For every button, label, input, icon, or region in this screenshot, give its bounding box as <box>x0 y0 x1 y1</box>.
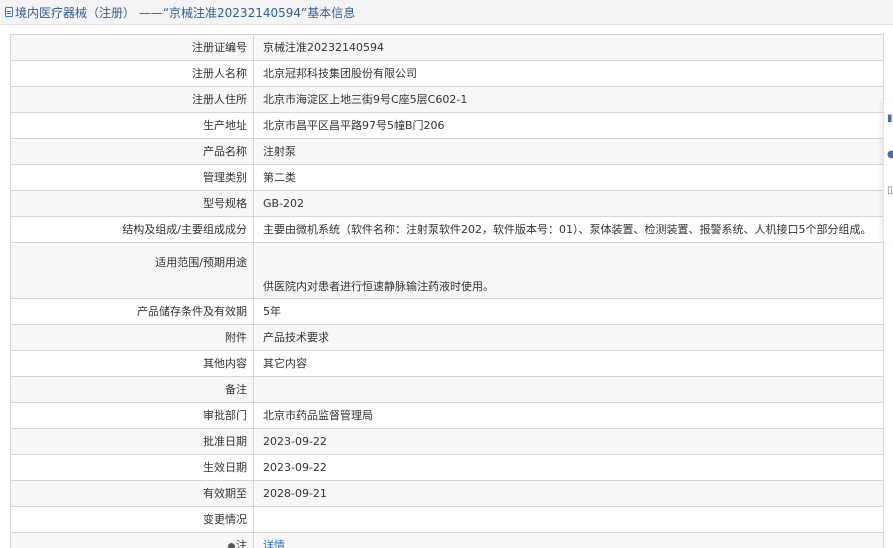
document-icon <box>5 7 13 17</box>
field-value-intended-use: 供医院内对患者进行恒速静脉输注药液时使用。 <box>253 242 884 299</box>
table-row: 适用范围/预期用途 供医院内对患者进行恒速静脉输注药液时使用。 <box>10 242 884 299</box>
table-row: 备注 <box>10 376 884 403</box>
field-label-registration-number: 注册证编号 <box>10 34 254 61</box>
field-value-production-address: 北京市昌平区昌平路97号5幢B门206 <box>253 112 884 139</box>
field-label-product-name: 产品名称 <box>10 138 254 165</box>
field-value-attachment: 产品技术要求 <box>253 324 884 351</box>
field-label-change-history: 变更情况 <box>10 506 254 533</box>
page-title: 境内医疗器械（注册） ——“京械注准20232140594”基本信息 <box>15 5 356 20</box>
field-value-structure-composition: 主要由微机系统（软件名称：注射泵软件202，软件版本号：01）、泵体装置、检测装… <box>253 216 884 243</box>
field-label-effective-date: 生效日期 <box>10 454 254 481</box>
table-row: 批准日期 2023-09-22 <box>10 428 884 455</box>
table-row: 生产地址 北京市昌平区昌平路97号5幢B门206 <box>10 112 884 139</box>
table-row: 审批部门 北京市药品监督管理局 <box>10 402 884 429</box>
field-value-registration-number: 京械注准20232140594 <box>253 34 884 61</box>
field-label-intended-use: 适用范围/预期用途 <box>10 242 254 299</box>
field-value-other-content: 其它内容 <box>253 350 884 377</box>
page: 境内医疗器械（注册） ——“京械注准20232140594”基本信息 注册证编号… <box>0 0 893 548</box>
field-value-remarks <box>253 376 884 403</box>
field-value-effective-date: 2023-09-22 <box>253 454 884 481</box>
field-label-model-spec: 型号规格 <box>10 190 254 217</box>
table-row: 其他内容 其它内容 <box>10 350 884 377</box>
table-row: 型号规格 GB-202 <box>10 190 884 217</box>
table-row: 结构及组成/主要组成成分 主要由微机系统（软件名称：注射泵软件202，软件版本号… <box>10 216 884 243</box>
field-value-product-name: 注射泵 <box>253 138 884 165</box>
field-value-model-spec: GB-202 <box>253 190 884 217</box>
table-row: 生效日期 2023-09-22 <box>10 454 884 481</box>
field-label-registrant-name: 注册人名称 <box>10 60 254 87</box>
field-value-valid-until: 2028-09-21 <box>253 480 884 507</box>
side-toolbar-icon[interactable]: ▯ <box>887 186 893 196</box>
field-label-storage-validity: 产品储存条件及有效期 <box>10 298 254 325</box>
table-row: 有效期至 2028-09-21 <box>10 480 884 507</box>
field-label-valid-until: 有效期至 <box>10 480 254 507</box>
field-label-approval-department: 审批部门 <box>10 402 254 429</box>
side-toolbar-icon[interactable]: ● <box>887 150 893 160</box>
field-label-remarks: 备注 <box>10 376 254 403</box>
page-header: 境内医疗器械（注册） ——“京械注准20232140594”基本信息 <box>0 0 893 25</box>
details-link[interactable]: 详情 <box>263 539 285 548</box>
field-value-change-history <box>253 506 884 533</box>
basic-info-table: 注册证编号 京械注准20232140594 注册人名称 北京冠邦科技集团股份有限… <box>10 34 884 548</box>
field-value-approval-department: 北京市药品监督管理局 <box>253 402 884 429</box>
field-label-registrant-address: 注册人住所 <box>10 86 254 113</box>
field-label-production-address: 生产地址 <box>10 112 254 139</box>
field-value-management-class: 第二类 <box>253 164 884 191</box>
table-row: 变更情况 <box>10 506 884 533</box>
field-label-structure-composition: 结构及组成/主要组成成分 <box>10 216 254 243</box>
field-label-approval-date: 批准日期 <box>10 428 254 455</box>
field-label-attachment: 附件 <box>10 324 254 351</box>
side-toolbar[interactable]: ▮ ● ▯ <box>883 100 893 242</box>
table-row: 附件 产品技术要求 <box>10 324 884 351</box>
table-row: 注册证编号 京械注准20232140594 <box>10 34 884 61</box>
field-value-approval-date: 2023-09-22 <box>253 428 884 455</box>
table-row: 注册人名称 北京冠邦科技集团股份有限公司 <box>10 60 884 87</box>
field-value-registrant-address: 北京市海淀区上地三街9号C座5层C602-1 <box>253 86 884 113</box>
table-row: 产品名称 注射泵 <box>10 138 884 165</box>
field-value-storage-validity: 5年 <box>253 298 884 325</box>
field-label-management-class: 管理类别 <box>10 164 254 191</box>
field-value-note: 详情 <box>253 532 884 548</box>
side-toolbar-icon[interactable]: ▮ <box>887 114 893 124</box>
note-label-text: 注 <box>236 538 247 548</box>
table-row: 管理类别 第二类 <box>10 164 884 191</box>
table-row: 注册人住所 北京市海淀区上地三街9号C座5层C602-1 <box>10 86 884 113</box>
table-row: 产品储存条件及有效期 5年 <box>10 298 884 325</box>
bullet-icon <box>228 542 235 548</box>
field-label-note: 注 <box>10 532 254 548</box>
table-row: 注 详情 <box>10 532 884 548</box>
field-value-registrant-name: 北京冠邦科技集团股份有限公司 <box>253 60 884 87</box>
field-label-other-content: 其他内容 <box>10 350 254 377</box>
